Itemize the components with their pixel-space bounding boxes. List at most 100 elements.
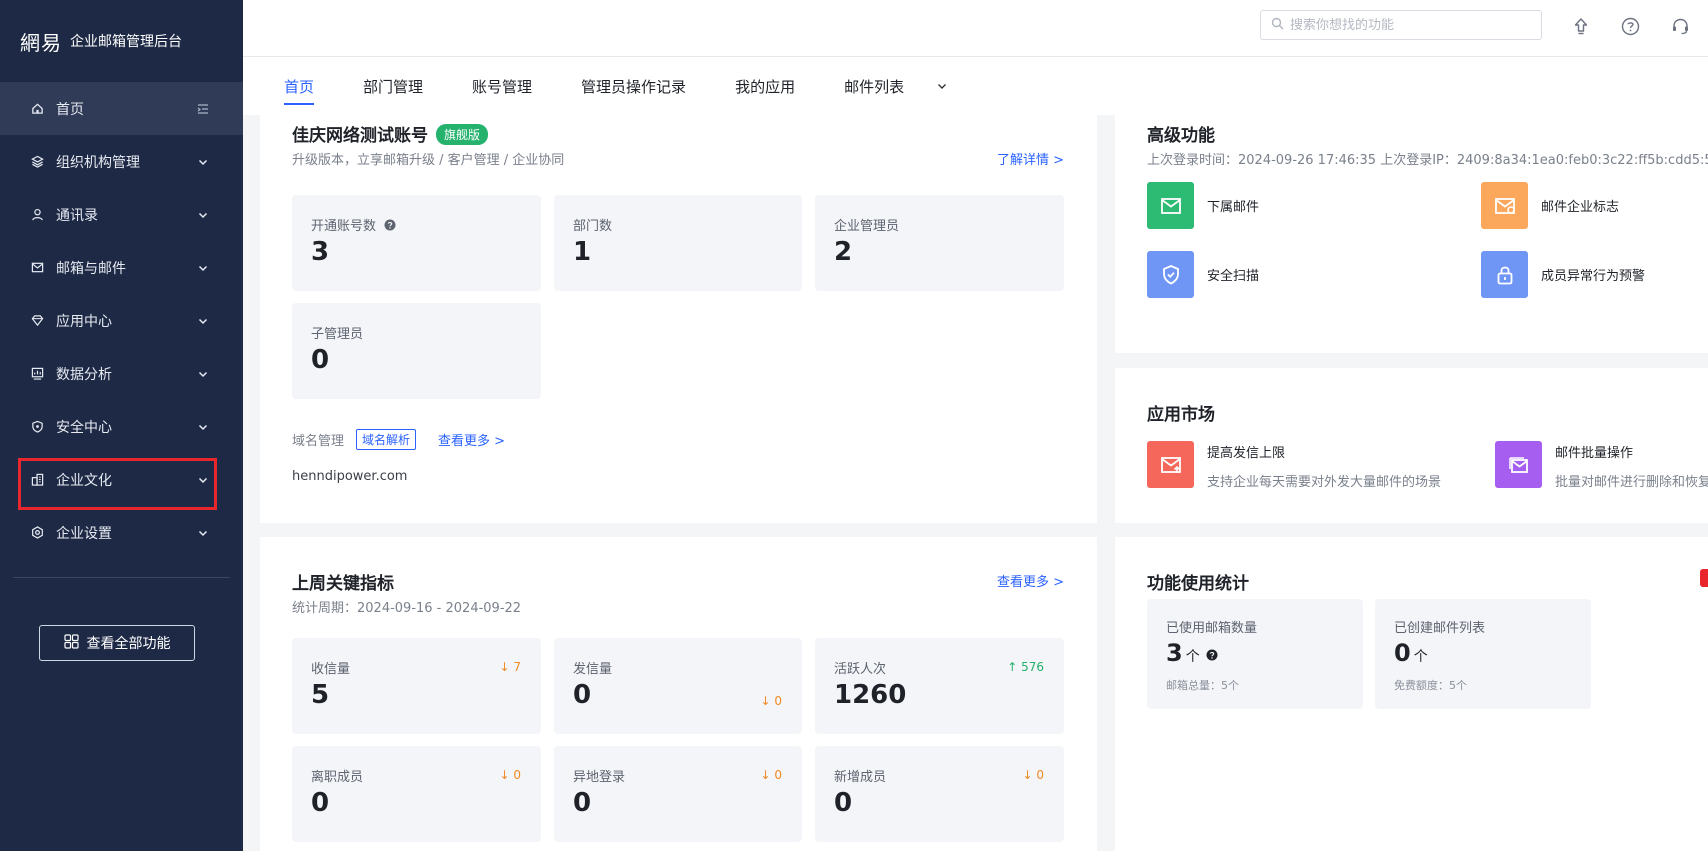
feature-subordinate-mail[interactable]: 下属邮件 [1147,182,1259,229]
shield-check-icon [1147,251,1194,298]
netease-logo: 網易 [20,30,62,55]
stat-card-sub-admins: 子管理员 0 [292,303,541,399]
learn-more-link[interactable]: 了解详情 > [997,149,1064,168]
settings-icon [30,526,44,540]
feature-label: 成员异常行为预警 [1541,269,1646,284]
weekly-metrics-card: 上周关键指标 统计周期：2024-09-16 - 2024-09-22 查看更多… [260,537,1097,851]
weekly-more-link[interactable]: 查看更多 > [997,571,1064,590]
chevron-down-icon [197,474,209,486]
view-all-features-button[interactable]: 查看全部功能 [39,625,195,661]
weekly-period: 统计周期：2024-09-16 - 2024-09-22 [292,601,522,616]
weekly-title: 上周关键指标 [292,574,394,594]
help-icon[interactable] [384,219,396,235]
last-login-info: 上次登录时间：2024-09-26 17:46:35 上次登录IP：2409:8… [1147,153,1708,168]
usage-unit: 个 [1185,649,1200,665]
metric-label: 活跃人次 [834,662,887,677]
arrow-down-icon: ↓ [760,768,771,782]
arrow-down-icon: ↓ [760,694,771,708]
chevron-down-icon [197,527,209,539]
usage-unit: 个 [1413,649,1428,665]
sidebar-item-mailbox[interactable]: 邮箱与邮件 [0,241,243,294]
grid-icon [63,633,79,653]
stat-label: 子管理员 [311,327,364,342]
metric-label: 离职成员 [311,770,364,785]
sidebar-item-analytics[interactable]: 数据分析 [0,347,243,400]
domain-more-link[interactable]: 查看更多 > [438,430,505,449]
app-name: 提高发信上限 [1207,446,1286,461]
search-icon [1271,17,1284,34]
stat-value: 3 [311,237,330,267]
metric-label: 异地登录 [573,770,626,785]
stat-value: 0 [311,345,330,375]
sidebar-item-label: 首页 [56,101,84,118]
advanced-title: 高级功能 [1147,126,1215,146]
usage-title: 功能使用统计 [1147,574,1249,594]
help-icon[interactable] [1619,15,1641,37]
metric-card: 离职成员 0 ↓ 0 [292,746,541,842]
app-item-send-limit[interactable]: 提高发信上限 支持企业每天需要对外发大量邮件的场景 [1147,441,1441,490]
edition-badge: 旗舰版 [436,124,489,145]
delta-up: ↑ 576 [1007,660,1044,674]
feature-security-scan[interactable]: 安全扫描 [1147,251,1259,298]
stat-label: 开通账号数 [311,215,396,235]
stat-card-accounts: 开通账号数 3 [292,195,541,291]
app-item-batch-ops[interactable]: 邮件批量操作 批量对邮件进行删除和恢复 [1495,441,1708,490]
sidebar-divider [13,577,230,578]
headset-icon[interactable] [1669,15,1691,37]
sidebar-item-org[interactable]: 组织机构管理 [0,135,243,188]
sidebar-item-apps[interactable]: 应用中心 [0,294,243,347]
stat-card-departments: 部门数 1 [554,195,802,291]
tab-mail-lists[interactable]: 邮件列表 [844,57,904,115]
usage-label: 已创建邮件列表 [1394,621,1486,636]
sidebar-item-settings[interactable]: 企业设置 [0,506,243,559]
tab-home[interactable]: 首页 [284,57,315,115]
delta-down: ↓ 0 [499,768,521,782]
search-box[interactable] [1260,10,1542,40]
sidebar-item-security[interactable]: 安全中心 [0,400,243,453]
tab-my-apps[interactable]: 我的应用 [735,57,795,115]
shield-icon [30,420,44,434]
sidebar-item-label: 企业文化 [56,472,112,489]
tab-admin-logs[interactable]: 管理员操作记录 [581,57,686,115]
collapse-menu-icon[interactable] [197,103,209,115]
sidebar-item-culture[interactable]: 企业文化 [0,453,243,510]
sidebar-item-contacts[interactable]: 通讯录 [0,188,243,241]
tab-accounts[interactable]: 账号管理 [472,57,532,115]
feature-mail-logo[interactable]: 邮件企业标志 [1481,182,1619,229]
tab-departments[interactable]: 部门管理 [363,57,423,115]
domain-row: 域名管理 域名解析 查看更多 > [292,429,505,450]
brand: 網易 企业邮箱管理后台 [0,0,243,82]
chevron-down-icon [197,368,209,380]
top-bar [243,0,1708,57]
chevron-down-icon[interactable] [935,79,949,93]
sidebar-item-label: 企业设置 [56,525,112,542]
sidebar-item-label: 组织机构管理 [56,154,140,171]
metric-card: 发信量 0 ↓ 0 [554,638,802,734]
feature-label: 邮件企业标志 [1541,200,1620,215]
upload-icon[interactable] [1570,15,1592,37]
view-all-features-label: 查看全部功能 [86,636,171,652]
usage-value-row: 0 个 [1394,639,1428,667]
metric-label: 发信量 [573,662,613,677]
chevron-down-icon [197,421,209,433]
domain-resolve-tag[interactable]: 域名解析 [356,429,417,450]
advanced-features-card: 高级功能 上次登录时间：2024-09-26 17:46:35 上次登录IP：2… [1115,115,1708,353]
usage-value: 0 [1394,639,1411,667]
usage-value: 3 [1166,639,1183,667]
metric-card: 异地登录 0 ↓ 0 [554,746,802,842]
metric-value: 0 [834,788,853,818]
sidebar-item-home[interactable]: 首页 [0,82,243,135]
chevron-down-icon [197,262,209,274]
sidebar-item-label: 通讯录 [56,207,98,224]
metric-value: 0 [573,680,592,710]
feature-abnormal-alert[interactable]: 成员异常行为预警 [1481,251,1645,298]
search-input[interactable] [1290,17,1530,33]
metric-value: 0 [573,788,592,818]
help-icon[interactable] [1206,646,1218,665]
delta-down: ↓ 7 [499,660,521,674]
app-name: 邮件批量操作 [1555,446,1634,461]
usage-item-mailboxes: 已使用邮箱数量 3 个 邮箱总量：5个 [1147,599,1363,709]
usage-value-row: 3 个 [1166,639,1218,667]
feature-label: 安全扫描 [1207,269,1260,284]
usage-sub: 邮箱总量：5个 [1166,679,1239,692]
